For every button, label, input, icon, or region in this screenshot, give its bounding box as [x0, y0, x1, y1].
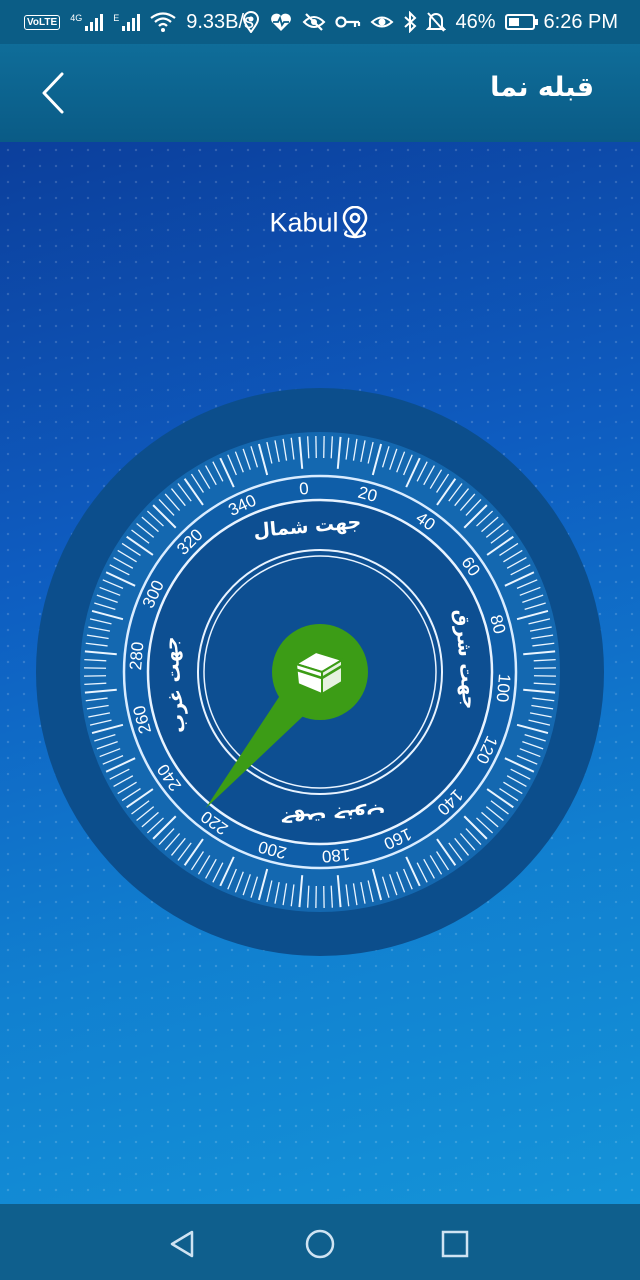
nav-recents-button[interactable] — [435, 1224, 475, 1264]
clock: 6:26 PM — [543, 10, 618, 33]
eye-icon — [370, 16, 394, 28]
volte-badge: VoLTE — [24, 14, 61, 30]
location-city: Kabul — [269, 207, 339, 238]
status-right: 46% 6:26 PM — [242, 0, 618, 44]
signal-icon-2: E — [113, 13, 141, 31]
status-bar: VoLTE 4G E 9.33B/s 46% 6:26 PM — [0, 0, 640, 44]
chevron-left-icon — [42, 72, 64, 114]
qibla-screen: Kabul 0 20 40 60 80 100 120 140 160 180 200 220 240 2… — [0, 142, 640, 1204]
network-type-2: E — [113, 13, 120, 23]
location-label[interactable]: Kabul — [0, 205, 640, 240]
heart-rate-icon — [271, 13, 292, 31]
qibla-compass[interactable]: 0 20 40 60 80 100 120 140 160 180 200 220 240 260 280 3… — [36, 388, 604, 956]
wifi-icon — [150, 12, 176, 32]
nav-home-button[interactable] — [300, 1224, 340, 1264]
status-left: VoLTE 4G E 9.33B/s — [24, 0, 254, 44]
location-icon — [243, 11, 260, 33]
network-type-1: 4G — [70, 13, 83, 23]
degree-label-100: 100 — [493, 673, 514, 703]
app-bar: قبله نما — [0, 44, 640, 142]
page-title: قبله نما — [490, 72, 594, 103]
nav-back-button[interactable] — [162, 1224, 202, 1264]
map-pin-icon — [342, 205, 367, 239]
back-button[interactable] — [30, 68, 80, 118]
system-nav-bar — [0, 1204, 640, 1280]
triangle-back-icon — [170, 1230, 194, 1258]
battery-percent: 46% — [455, 10, 496, 33]
degree-label-0: 0 — [298, 479, 309, 499]
degree-label-280: 280 — [126, 641, 147, 671]
compass-dial: 0 204060801001201401601802002202402602803… — [36, 388, 604, 956]
square-recents-icon — [441, 1230, 469, 1258]
circle-home-icon — [305, 1229, 335, 1259]
battery-icon — [504, 14, 538, 30]
eye-off-icon — [303, 13, 326, 31]
degree-label-180: 180 — [321, 845, 351, 866]
bell-off-icon — [426, 12, 447, 32]
key-icon — [335, 16, 361, 28]
bluetooth-icon — [404, 11, 417, 33]
signal-icon-1: 4G — [70, 13, 104, 31]
